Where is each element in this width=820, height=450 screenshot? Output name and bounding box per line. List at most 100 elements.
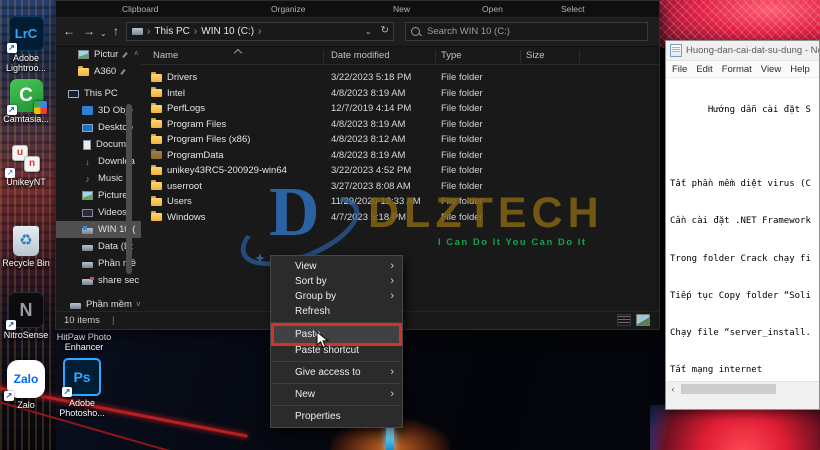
breadcrumb-chevron-icon: › <box>193 26 198 37</box>
desktop-icon-nitrosense[interactable]: N ↗ NitroSense <box>0 292 52 340</box>
folder-icon <box>151 87 162 98</box>
sidebar-item-phan-mem-network[interactable]: Phần mềm ˅ <box>56 296 141 312</box>
notepad-menu-bar: File Edit Format View Help <box>666 61 819 78</box>
up-button[interactable]: ↑ <box>113 24 119 38</box>
menu-item-sort-by[interactable]: Sort by › <box>271 274 402 289</box>
shortcut-arrow-icon: ↗ <box>6 43 17 53</box>
text-line: Hướng dẫn cài đặt S <box>670 104 811 115</box>
breadcrumb-this-pc[interactable]: This PC <box>154 26 190 37</box>
desktop-icon-photoshop[interactable]: Ps ↗ Adobe Photosho... <box>56 358 108 418</box>
table-row[interactable]: Windows 4/7/2023 5:18 PM File folder <box>141 210 659 226</box>
desktop-icon-zalo[interactable]: Zalo ↗ Zalo <box>0 360 52 410</box>
column-header-size[interactable]: Size <box>526 50 544 61</box>
icon-label: Recycle Bin <box>2 258 50 268</box>
ribbon-strip: Clipboard Organize New Open Select <box>56 1 659 18</box>
scrollbar-thumb[interactable] <box>681 384 776 394</box>
table-row[interactable]: ProgramData 4/8/2023 8:19 AM File folder <box>141 148 659 164</box>
menu-view[interactable]: View <box>761 64 781 75</box>
menu-item-refresh[interactable]: Refresh <box>271 304 402 319</box>
table-row[interactable]: Users 11/29/2020 12:33 AM File folder <box>141 194 659 210</box>
desktop-icon-camtasia[interactable]: C ↗ Camtasia... <box>0 79 52 124</box>
ribbon-group-organize[interactable]: Organize <box>271 4 306 14</box>
desktop-icon-recycle-bin[interactable]: ♻ Recycle Bin <box>0 226 52 268</box>
table-row[interactable]: Drivers 3/22/2023 5:18 PM File folder <box>141 70 659 86</box>
breadcrumb-drive[interactable]: WIN 10 (C:) <box>201 26 254 37</box>
this-pc-icon <box>68 90 79 98</box>
desktop-icon <box>82 124 93 132</box>
icon-label: Adobe Lightroo... <box>5 53 47 73</box>
notepad-title-bar[interactable]: Huong-dan-cai-dat-su-dung - Note <box>666 41 819 61</box>
desktop-icon-unikey[interactable]: u n ↗ UnikeyNT <box>0 145 52 187</box>
address-bar: ← → ⌄ ↑ › This PC › WIN 10 (C:) › ⌄ ↻ <box>56 18 659 47</box>
icon-label: Adobe Photosho... <box>59 398 105 418</box>
unikey-icon: u n ↗ <box>5 145 44 178</box>
sidebar-item-share-sec[interactable]: share sec <box>56 272 141 289</box>
scroll-left-arrow-icon[interactable]: ‹ <box>666 382 680 396</box>
submenu-arrow-icon: › <box>390 260 394 272</box>
pin-icon <box>122 52 128 58</box>
icon-label: HitPaw Photo Enhancer <box>56 332 112 352</box>
details-view-button[interactable] <box>617 314 631 326</box>
forward-button[interactable]: → <box>83 24 95 38</box>
thumbnail-view-button[interactable] <box>636 314 650 326</box>
ribbon-group-select[interactable]: Select <box>561 4 585 14</box>
sidebar-scrollbar[interactable] <box>126 104 132 274</box>
search-input[interactable] <box>425 25 642 38</box>
table-row[interactable]: Program Files (x86) 4/8/2023 8:12 AM Fil… <box>141 132 659 148</box>
drive-icon <box>82 244 93 251</box>
menu-item-paste[interactable]: Paste <box>271 323 402 346</box>
refresh-icon[interactable]: ↻ <box>381 25 389 36</box>
desktop: LrC ↗ Adobe Lightroo... C ↗ Camtasia... … <box>0 0 820 450</box>
menu-help[interactable]: Help <box>790 64 810 75</box>
table-row[interactable]: userroot 3/27/2023 8:08 AM File folder <box>141 179 659 195</box>
table-row[interactable]: Intel 4/8/2023 8:19 AM File folder <box>141 86 659 102</box>
folder-icon <box>151 71 162 82</box>
breadcrumb[interactable]: › This PC › WIN 10 (C:) › ⌄ ↻ <box>126 22 394 41</box>
menu-file[interactable]: File <box>672 64 687 75</box>
menu-edit[interactable]: Edit <box>696 64 712 75</box>
desktop-icon-lightroom[interactable]: LrC ↗ Adobe Lightroo... <box>0 16 52 73</box>
menu-item-paste-shortcut[interactable]: Paste shortcut <box>271 343 402 358</box>
shortcut-arrow-icon: ↗ <box>5 168 15 178</box>
column-header-name[interactable]: Name <box>153 50 178 61</box>
drive-icon <box>82 261 93 268</box>
scroll-up-chevron-icon[interactable]: ˄ <box>134 49 139 58</box>
menu-item-new[interactable]: New › <box>271 387 402 402</box>
table-row[interactable]: unikey43RC5-200929-win64 3/22/2023 4:52 … <box>141 163 659 179</box>
horizontal-scrollbar[interactable]: ‹ <box>666 381 819 396</box>
menu-format[interactable]: Format <box>722 64 752 75</box>
network-drive-icon <box>82 276 94 285</box>
shortcut-arrow-icon: ↗ <box>6 320 16 330</box>
folder-icon <box>151 211 162 222</box>
search-icon <box>411 27 420 36</box>
documents-icon <box>83 139 91 150</box>
desktop-icon-hitpaw[interactable]: HitPaw Photo Enhancer <box>56 330 112 352</box>
icon-label: NitroSense <box>3 330 49 340</box>
notepad-text-area[interactable]: Hướng dẫn cài đặt S Tất phần mềm diệt vi… <box>666 77 819 382</box>
back-button[interactable]: ← <box>63 24 75 38</box>
address-dropdown-chevron-icon[interactable]: ⌄ <box>365 27 372 36</box>
search-box <box>405 22 648 41</box>
photoshop-icon: Ps ↗ <box>62 358 101 397</box>
column-header-type[interactable]: Type <box>441 50 462 61</box>
recent-locations-chevron-icon[interactable]: ⌄ <box>100 27 107 41</box>
folder-icon <box>151 195 162 206</box>
ribbon-group-open[interactable]: Open <box>482 4 503 14</box>
menu-item-group-by[interactable]: Group by › <box>271 289 402 304</box>
music-icon: ♪ <box>85 173 90 184</box>
sidebar-item-a360[interactable]: A360 <box>56 63 141 80</box>
table-row[interactable]: Program Files 4/8/2023 8:19 AM File fold… <box>141 117 659 133</box>
window-title: Huong-dan-cai-dat-su-dung - Note <box>686 45 819 56</box>
ribbon-group-clipboard[interactable]: Clipboard <box>122 4 158 14</box>
menu-item-give-access-to[interactable]: Give access to › <box>271 365 402 380</box>
sidebar-item-pictures-quick[interactable]: Pictur <box>56 46 141 63</box>
menu-item-properties[interactable]: Properties <box>271 409 402 424</box>
pictures-icon <box>78 50 89 59</box>
table-row[interactable]: PerfLogs 12/7/2019 4:14 PM File folder <box>141 101 659 117</box>
chevron-down-icon: ˅ <box>135 300 141 309</box>
column-header-date[interactable]: Date modified <box>331 50 390 61</box>
menu-item-view[interactable]: View › <box>271 259 402 274</box>
icon-label: Camtasia... <box>3 114 49 124</box>
ribbon-group-new[interactable]: New <box>393 4 410 14</box>
sidebar-item-this-pc[interactable]: This PC <box>56 85 141 102</box>
